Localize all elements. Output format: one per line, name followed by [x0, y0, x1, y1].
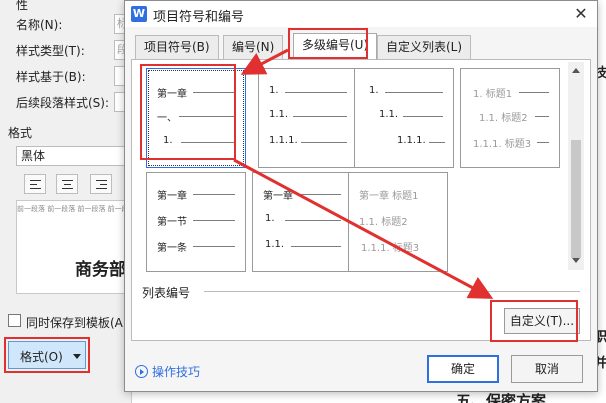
tab-bullets[interactable]: 项目符号(B) [135, 35, 219, 59]
level-1-label: 第一章 [157, 191, 187, 202]
customize-highlight [490, 300, 578, 342]
level-line [285, 220, 341, 221]
tab-numbering[interactable]: 编号(N) [223, 35, 284, 59]
align-left-button[interactable] [24, 174, 46, 194]
level-line [193, 194, 235, 195]
scroll-down-icon[interactable] [572, 258, 580, 263]
format-button-highlight [4, 337, 90, 373]
title-bar: W 项目符号和编号 ✕ [125, 1, 597, 27]
level-2-label: 1.1. 标题2 [359, 217, 408, 228]
tips-label: 操作技巧 [152, 365, 201, 379]
level-line [291, 246, 341, 247]
tab-custom-list[interactable]: 自定义列表(L) [377, 35, 472, 59]
style-preview: 前一段落 前一段落 前一段落 前一段落 前一段落 前一段落 前一段落 前一段落 … [16, 200, 132, 294]
close-icon[interactable]: ✕ [569, 3, 593, 25]
level-1-label: 第一章 标题1 [359, 191, 419, 202]
tips-link[interactable]: 操作技巧 [135, 363, 200, 380]
level-line [193, 246, 235, 247]
style-property-section: 性 [16, 0, 29, 12]
level-3-label: 1.1.1. 标题3 [361, 243, 420, 254]
divider [204, 291, 580, 292]
level-line [519, 92, 549, 93]
level-line [293, 116, 347, 117]
align-center-button[interactable] [56, 174, 78, 194]
level-1-label: 第一章 [263, 191, 293, 202]
level-3-label: 1.1.1. [397, 135, 426, 146]
level-2-label: 1.1. 标题2 [479, 113, 528, 124]
level-line [285, 92, 347, 93]
preview-sample-text: 商务部 [75, 260, 126, 280]
numbering-option[interactable]: 第一章 1. 1.1. [252, 172, 352, 272]
level-1-label: 1. [269, 85, 279, 96]
wps-app-icon: W [131, 6, 147, 22]
play-icon [135, 365, 148, 378]
save-to-template-checkbox[interactable] [8, 314, 21, 327]
level-line [403, 116, 443, 117]
align-right-button[interactable] [90, 174, 112, 194]
level-2-label: 第一节 [157, 217, 187, 228]
based-on-label: 样式基于(B): [16, 70, 86, 84]
next-style-label: 后续段落样式(S): [16, 96, 110, 110]
format-section-label: 格式 [8, 126, 33, 140]
level-line [429, 142, 445, 143]
list-numbering-label: 列表编号 [142, 286, 191, 300]
numbering-option[interactable]: 1. 1.1. 1.1.1. [354, 68, 454, 168]
level-1-label: 1. [369, 85, 379, 96]
font-select[interactable]: 黑体 [16, 146, 132, 166]
level-line [535, 116, 549, 117]
level-3-label: 1.1. [265, 239, 285, 250]
level-3-label: 第一条 [157, 243, 187, 254]
level-1-label: 1. 标题1 [473, 89, 513, 100]
tab-highlight [288, 28, 368, 59]
level-2-label: 1.1. [379, 109, 399, 120]
grid-scrollbar[interactable] [568, 62, 584, 270]
ok-button[interactable]: 确定 [427, 355, 499, 383]
numbering-option[interactable]: 第一章 标题1 1.1. 标题2 1.1.1. 标题3 [348, 172, 448, 272]
preview-previous-paragraph: 前一段落 前一段落 前一段落 前一段落 前一段落 前一段落 前一段落 前一段落 … [17, 205, 131, 213]
level-3-label: 1.1.1. 标题3 [473, 139, 532, 150]
scroll-thumb[interactable] [571, 140, 581, 258]
level-2-label: 1. [265, 213, 275, 224]
level-3-label: 1.1.1. [269, 135, 298, 146]
scroll-up-icon[interactable] [572, 68, 580, 73]
level-line [385, 92, 443, 93]
numbering-option[interactable]: 1. 标题1 1.1. 标题2 1.1.1. 标题3 [460, 68, 560, 168]
level-line [537, 142, 549, 143]
numbering-option[interactable]: 1. 1.1. 1.1.1. [258, 68, 358, 168]
style-type-label: 样式类型(T): [16, 44, 85, 58]
cancel-button[interactable]: 取消 [511, 355, 583, 383]
save-to-template-label: 同时保存到模板(A) [26, 316, 128, 330]
level-line [299, 194, 341, 195]
level-2-label: 1.1. [269, 109, 289, 120]
option-highlight [140, 64, 236, 160]
level-line [193, 220, 235, 221]
level-line [301, 142, 347, 143]
name-label: 名称(N): [16, 18, 63, 32]
numbering-option[interactable]: 第一章 第一节 第一条 [146, 172, 246, 272]
dialog-title: 项目符号和编号 [153, 10, 245, 25]
